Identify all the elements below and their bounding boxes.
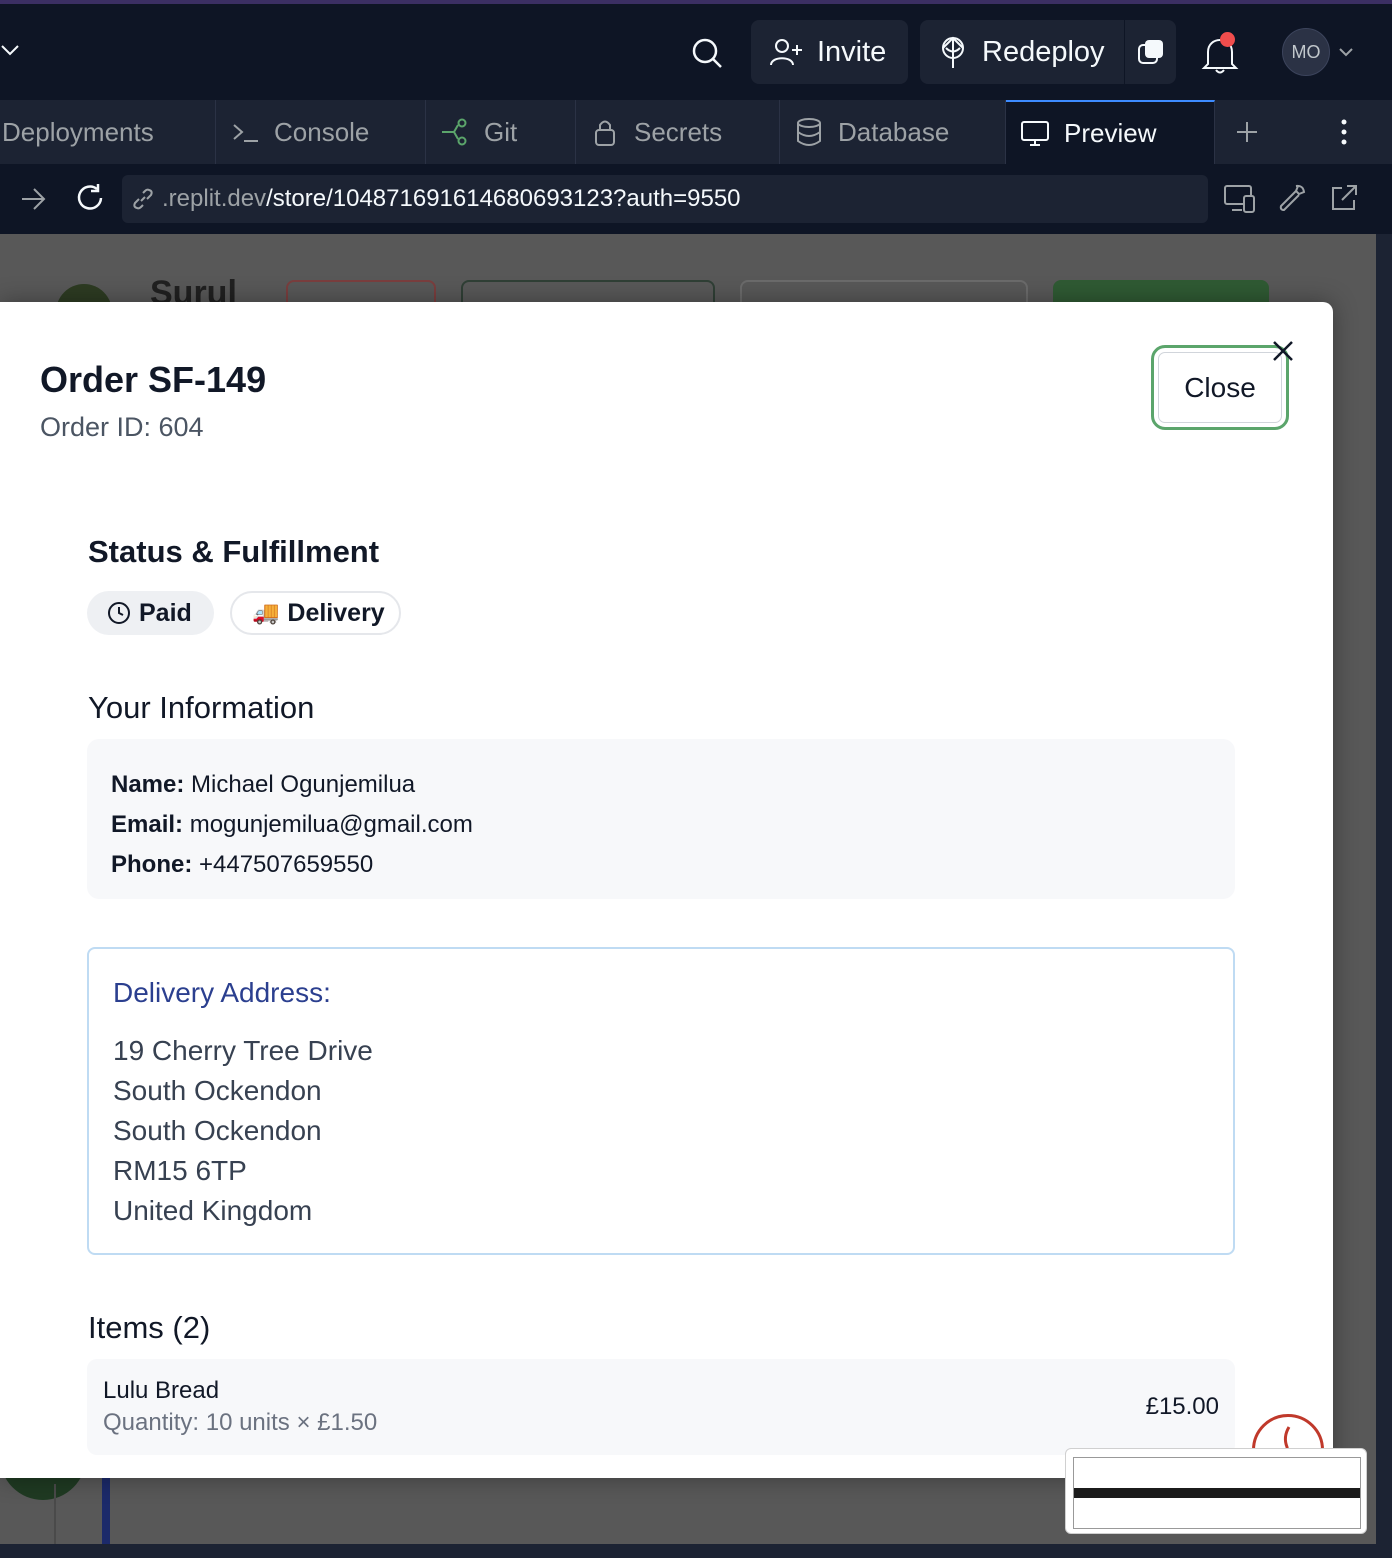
customer-info-card: Name: Michael Ogunjemilua Email: mogunje…: [87, 739, 1235, 899]
close-button[interactable]: Close: [1151, 345, 1289, 430]
customer-phone-row: Phone: +447507659550: [111, 845, 1211, 885]
customer-phone: +447507659550: [199, 851, 374, 878]
tab-secrets[interactable]: Secrets: [576, 100, 780, 164]
phone-label: Phone:: [111, 851, 193, 878]
status-heading: Status & Fulfillment: [88, 534, 380, 569]
customer-name: Michael Ogunjemilua: [191, 771, 416, 798]
order-title: Order SF-149: [40, 359, 267, 400]
tab-label: Git: [484, 116, 518, 147]
redeploy-label: Redeploy: [982, 35, 1105, 68]
item-quantity: Quantity: 10 units × £1.50: [103, 1409, 378, 1436]
scrollbar-track[interactable]: [1376, 234, 1392, 1544]
thumbnail-preview: [1073, 1457, 1361, 1529]
thumbnail-toolbar: [1074, 1488, 1360, 1498]
status-badge: Paid: [87, 591, 214, 635]
customer-email: mogunjemilua@gmail.com: [189, 811, 473, 838]
ide-top-bar: Invite Redeploy MO: [0, 4, 1392, 100]
url-path: /store/10487169161468069312​3?auth=9550: [266, 185, 741, 212]
name-label: Name:: [111, 771, 185, 798]
preview-url-bar: .replit.dev/store/10487169161468069312​3…: [0, 164, 1392, 234]
fulfillment-label: Delivery: [287, 598, 385, 627]
tab-bar: Deployments Console Git Secrets Database…: [0, 100, 1392, 164]
tab-deployments[interactable]: Deployments: [0, 100, 216, 164]
tab-label: Secrets: [634, 116, 723, 147]
address-line: South Ockendon: [113, 1075, 322, 1106]
order-details-modal: Order SF-149 Order ID: 604 Close Status …: [0, 302, 1333, 1478]
list-item: Lulu Bread Quantity: 10 units × £1.50 £1…: [87, 1359, 1235, 1455]
chevron-down-icon[interactable]: [1336, 42, 1356, 62]
add-user-icon: [770, 39, 802, 66]
devices-icon[interactable]: [1222, 182, 1258, 216]
reload-icon[interactable]: [74, 182, 106, 214]
lock-icon: [595, 120, 615, 146]
status-strip: [0, 1544, 1392, 1558]
invite-button[interactable]: Invite: [751, 20, 908, 84]
fulfillment-badge: 🚚 Delivery: [230, 591, 401, 635]
plus-icon[interactable]: [1232, 116, 1262, 148]
tab-console[interactable]: Console: [216, 100, 426, 164]
monitor-icon: [1021, 121, 1049, 146]
address-line: 19 Cherry Tree Drive: [113, 1035, 373, 1066]
customer-email-row: Email: mogunjemilua@gmail.com: [111, 805, 1211, 845]
deploy-icon: [942, 36, 964, 68]
avatar[interactable]: MO: [1282, 28, 1330, 76]
git-icon: [442, 118, 467, 146]
wrench-icon[interactable]: [1276, 182, 1308, 214]
invite-label: Invite: [817, 35, 887, 68]
more-vertical-icon[interactable]: [1330, 116, 1358, 148]
search-icon[interactable]: [688, 34, 726, 72]
database-icon: [797, 118, 821, 146]
email-label: Email:: [111, 811, 184, 838]
truck-icon: 🚚: [252, 600, 280, 625]
background-divider: [102, 1474, 110, 1544]
tab-label: Console: [274, 116, 370, 147]
url-field[interactable]: .replit.dev/store/10487169161468069312​3…: [122, 175, 1208, 223]
tab-label: Deployments: [2, 116, 154, 147]
screenshot-thumbnail[interactable]: [1065, 1448, 1367, 1534]
info-heading: Your Information: [88, 690, 315, 725]
copy-icon: [1137, 40, 1163, 64]
url-domain: .replit.dev: [162, 185, 267, 212]
address-line: South Ockendon: [113, 1115, 322, 1146]
tab-database[interactable]: Database: [780, 100, 1006, 164]
external-link-icon[interactable]: [1328, 182, 1360, 214]
chevron-down-icon[interactable]: [0, 38, 24, 62]
close-icon[interactable]: [1270, 338, 1296, 364]
background-divider: [54, 1484, 56, 1544]
tab-git[interactable]: Git: [426, 100, 576, 164]
notification-dot: [1220, 32, 1235, 47]
item-price: £15.00: [1145, 1393, 1219, 1420]
deploy-options-button[interactable]: [1124, 20, 1176, 84]
redeploy-button[interactable]: Redeploy: [920, 20, 1124, 84]
status-label: Paid: [139, 598, 192, 627]
order-id: Order ID: 604: [40, 412, 204, 442]
address-line: United Kingdom: [113, 1195, 313, 1226]
arrow-right-icon[interactable]: [18, 184, 48, 214]
address-line: RM15 6TP: [113, 1155, 247, 1186]
delivery-address-card: Delivery Address: 19 Cherry Tree Drive S…: [87, 947, 1235, 1255]
items-heading: Items (2): [88, 1310, 211, 1345]
tab-label: Database: [838, 116, 950, 147]
tab-preview[interactable]: Preview: [1006, 100, 1215, 164]
tab-label: Preview: [1064, 117, 1157, 148]
address-heading: Delivery Address:: [113, 977, 331, 1008]
link-icon: [133, 188, 153, 210]
clock-icon: [108, 602, 130, 624]
customer-name-row: Name: Michael Ogunjemilua: [111, 765, 1211, 805]
item-name: Lulu Bread: [103, 1377, 220, 1404]
terminal-icon: [233, 124, 258, 142]
